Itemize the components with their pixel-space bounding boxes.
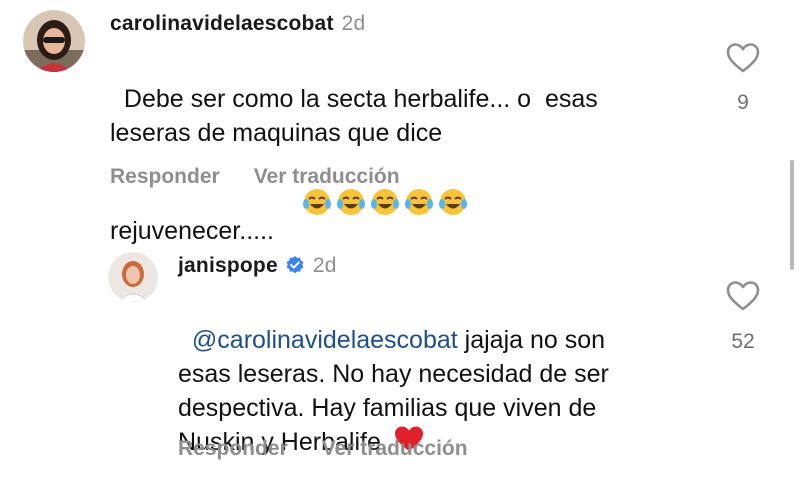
avatar[interactable] <box>23 10 85 72</box>
reply-button[interactable]: Responder <box>110 165 220 188</box>
comment-username[interactable]: carolinavidelaescobat 2d <box>110 12 365 36</box>
like-button[interactable] <box>725 42 761 74</box>
heart-outline-icon <box>726 43 760 73</box>
tears-of-joy-emoji-icon <box>302 187 332 217</box>
comment-body: @carolinavidelaescobat jajaja no son esa… <box>178 289 718 459</box>
scrollbar[interactable] <box>790 160 794 270</box>
tears-of-joy-emoji-icon <box>438 187 468 217</box>
tears-of-joy-emoji-icon <box>370 187 400 217</box>
heart-outline-icon <box>726 281 760 311</box>
see-translation-button[interactable]: Ver traducción <box>254 165 400 188</box>
mention-link[interactable]: @carolinavidelaescobat <box>192 326 458 354</box>
comment-username[interactable]: janispope 2d <box>178 254 337 278</box>
tears-of-joy-emoji-icon <box>404 187 434 217</box>
comment-actions: Responder Ver traducción <box>110 165 400 189</box>
comment-timestamp: 2d <box>341 12 366 35</box>
reply-button[interactable]: Responder <box>178 437 288 460</box>
comment-timestamp: 2d <box>312 254 337 277</box>
like-count: 52 <box>731 330 755 353</box>
like-button[interactable] <box>725 280 761 312</box>
username-text[interactable]: carolinavidelaescobat <box>110 12 334 35</box>
avatar[interactable] <box>108 252 158 302</box>
verified-badge-icon <box>285 255 305 275</box>
username-text[interactable]: janispope <box>178 254 278 277</box>
tears-of-joy-emoji-icon <box>336 187 366 217</box>
comment-actions: Responder Ver traducción <box>178 437 468 461</box>
like-count: 9 <box>737 91 749 114</box>
comment-body: Debe ser como la secta herbalife... o es… <box>110 48 700 252</box>
see-translation-button[interactable]: Ver traducción <box>322 437 468 460</box>
